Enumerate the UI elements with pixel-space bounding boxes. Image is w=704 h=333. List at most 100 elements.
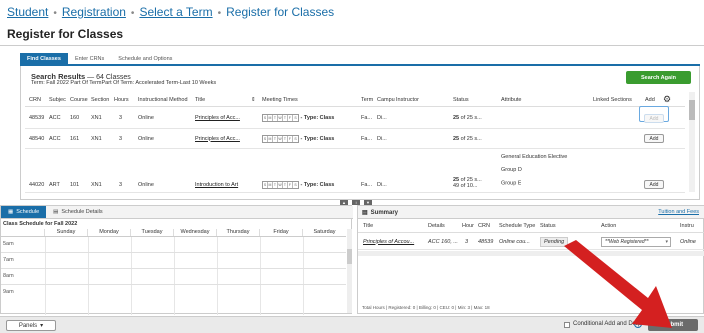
cell-section: XN1	[91, 115, 102, 121]
search-again-button[interactable]: Search Again	[626, 71, 691, 84]
col-header-meeting-times[interactable]: Meeting Times	[262, 97, 298, 103]
summary-h-scrollbar[interactable]	[358, 251, 704, 256]
col-header-subject[interactable]: Subjec	[49, 97, 66, 103]
breadcrumb-registration[interactable]: Registration	[62, 5, 126, 19]
breadcrumb-current: Register for Classes	[226, 5, 335, 19]
summary-instructor: Online	[680, 238, 696, 245]
tab-schedule-details[interactable]: ▤ Schedule Details	[46, 206, 109, 218]
col-header-hours[interactable]: Hours	[114, 97, 129, 103]
breadcrumb-student[interactable]: Student	[7, 5, 48, 19]
search-results-panel: Search Results — 64 Classes Term: Fall 2…	[20, 66, 700, 200]
submit-button[interactable]: Submit	[648, 319, 698, 331]
cell-method: Online	[138, 135, 154, 142]
col-header-crn[interactable]: CRN	[478, 223, 490, 229]
day-header: Tuesday	[131, 229, 174, 236]
class-title-link[interactable]: Principles of Acc...	[195, 136, 240, 142]
grid-icon: ▤	[53, 209, 59, 215]
results-scrollbar[interactable]	[689, 92, 695, 192]
class-title-link[interactable]: Principles of Acc...	[195, 115, 240, 121]
conditional-add-drop-checkbox[interactable]	[564, 322, 570, 328]
col-header-term[interactable]: Term	[361, 97, 373, 103]
info-icon[interactable]: i	[634, 320, 642, 328]
calendar-scrollbar[interactable]	[347, 229, 352, 313]
col-header-linked-sections[interactable]: Linked Sections	[593, 97, 632, 103]
col-header-campus[interactable]: Campu	[377, 97, 395, 103]
col-header-section[interactable]: Section	[91, 97, 109, 103]
add-button[interactable]: Add	[644, 134, 664, 143]
chevron-down-icon: ▾	[40, 323, 44, 329]
cell-term: Fa...	[361, 182, 373, 188]
col-header-title[interactable]: Title	[195, 97, 205, 103]
scrollbar-thumb[interactable]	[347, 249, 352, 264]
calendar-row[interactable]: 8am	[1, 269, 346, 285]
breadcrumb-separator: •	[130, 8, 135, 19]
calendar-row[interactable]: 9am	[1, 285, 346, 301]
tab-schedule-label: Schedule	[16, 209, 40, 215]
table-row[interactable]: 48539 ACC 160 XN1 3 Online Principles of…	[25, 106, 685, 129]
list-icon: ▤	[362, 210, 368, 216]
tuition-fees-link[interactable]: Tuition and Fees	[658, 209, 699, 215]
col-header-instructor[interactable]: Instructor	[396, 97, 419, 103]
tab-schedule[interactable]: ▦ Schedule	[1, 206, 47, 218]
divider	[0, 45, 704, 46]
col-header-status[interactable]: Status	[540, 223, 556, 229]
conditional-add-drop-label[interactable]: Conditional Add and Drop	[573, 321, 641, 327]
col-header-status[interactable]: Status	[453, 97, 469, 103]
col-header-crn[interactable]: CRN	[29, 97, 41, 103]
summary-bar: ▤ Summary Tuition and Fees	[358, 206, 704, 219]
gear-icon[interactable]: ⚙	[663, 94, 671, 105]
col-header-schedule-type[interactable]: Schedule Type	[499, 223, 535, 229]
breadcrumb-select-term[interactable]: Select a Term	[139, 5, 212, 19]
sort-icon[interactable]: ⇕	[251, 97, 256, 103]
attribute-text: Group E	[501, 180, 522, 186]
col-header-hours[interactable]: Hour	[462, 223, 474, 229]
cell-term: Fa...	[361, 115, 373, 121]
calendar-icon: ▦	[8, 209, 14, 215]
tab-details-label: Schedule Details	[61, 209, 103, 215]
summary-details: ACC 160, ...	[428, 238, 458, 245]
class-title-link[interactable]: Introduction to Art	[195, 182, 238, 188]
add-button[interactable]: Add	[644, 114, 664, 123]
page-title: Register for Classes	[7, 27, 124, 41]
days-widget: SMTWTFS	[262, 114, 299, 122]
cell-hours: 3	[119, 115, 123, 121]
cell-course: 161	[70, 135, 80, 142]
meeting-times[interactable]: SMTWTFS - Type: Class	[262, 134, 334, 143]
summary-title-text: Summary	[370, 209, 399, 216]
col-header-instructor[interactable]: Instru	[680, 223, 694, 229]
table-row[interactable]: 48540 ACC 161 XN1 3 Online Principles of…	[25, 129, 685, 149]
schedule-title: Class Schedule for Fall 2022	[3, 221, 78, 227]
col-header-course[interactable]: Course	[70, 97, 88, 103]
action-dropdown[interactable]: **Web Registered** ▾	[601, 237, 671, 247]
attribute-text: General Education Elective	[501, 154, 568, 160]
meeting-type: - Type: Class	[300, 182, 335, 188]
cell-hours: 3	[119, 135, 123, 142]
cell-status: 25 of 25 s...	[453, 115, 482, 121]
meeting-times[interactable]: SMTWTFS - Type: Class	[262, 181, 334, 189]
cell-method: Online	[138, 182, 154, 188]
meeting-times[interactable]: SMTWTFS - Type: Class	[262, 114, 334, 122]
day-header: Wednesday	[174, 229, 217, 236]
chevron-down-icon: ▾	[665, 239, 668, 245]
summary-title: ▤ Summary	[362, 209, 399, 217]
cell-campus: Di...	[377, 135, 387, 142]
summary-row[interactable]: Principles of Accou... ACC 160, ... 3 48…	[358, 234, 704, 250]
schedule-tabs: ▦ Schedule ▤ Schedule Details	[1, 206, 353, 219]
summary-schedule-type: Online cou...	[499, 238, 530, 245]
add-button[interactable]: Add	[644, 180, 664, 189]
time-label: 7am	[3, 257, 14, 263]
scrollbar-thumb[interactable]	[689, 100, 695, 120]
col-header-add[interactable]: Add	[645, 97, 655, 103]
schedule-panel: ▦ Schedule ▤ Schedule Details Class Schedu…	[0, 205, 353, 315]
col-header-action[interactable]: Action	[601, 223, 616, 229]
table-row[interactable]: 44020 ART 101 XN1 3 Online Introduction …	[25, 149, 685, 193]
col-header-attribute[interactable]: Attribute	[501, 97, 521, 103]
action-value: **Web Registered**	[605, 239, 649, 245]
calendar-row[interactable]: 5am	[1, 237, 346, 253]
col-header-title[interactable]: Title	[363, 223, 373, 229]
calendar-row[interactable]: 7am	[1, 253, 346, 269]
panels-button[interactable]: Panels ▾	[6, 320, 56, 331]
col-header-details[interactable]: Details	[428, 223, 445, 229]
summary-title-link[interactable]: Principles of Accou...	[363, 239, 414, 245]
col-header-method[interactable]: Instructional Method	[138, 97, 188, 103]
